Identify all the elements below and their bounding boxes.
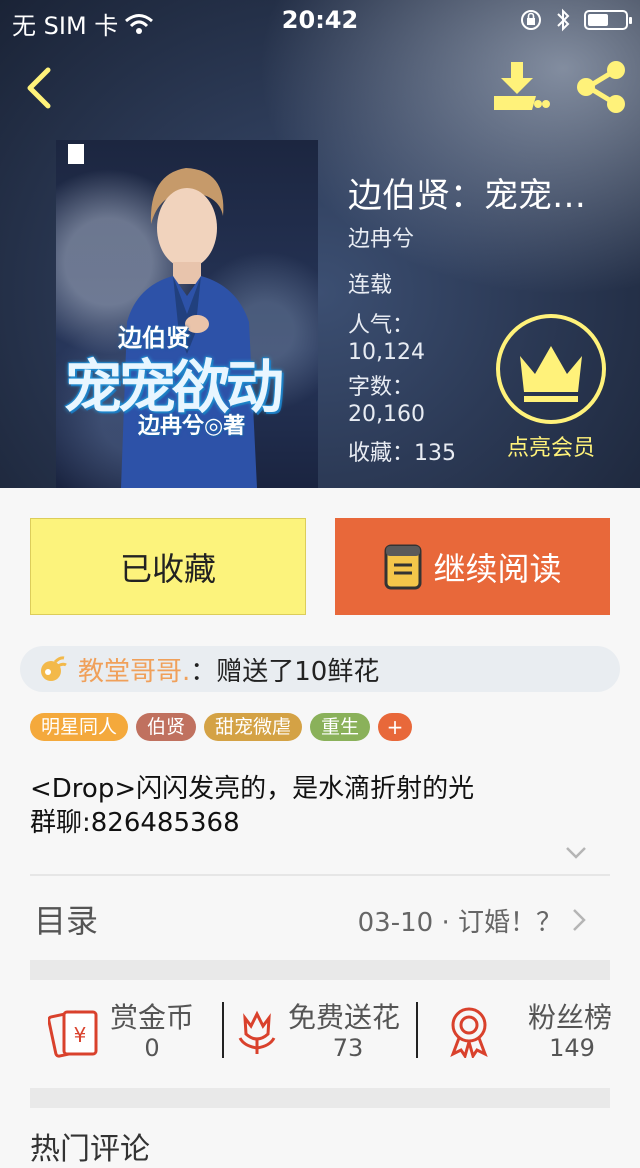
stat-value: 149 xyxy=(549,1034,595,1062)
stat-value: 73 xyxy=(332,1034,364,1062)
book-header: 无 SIM 卡 20:42 边伯贤 宠宠欲动 边冉兮◎著 边伯贤：宠宠欲动 边冉… xyxy=(0,0,640,488)
battery-fill xyxy=(588,14,608,26)
continue-reading-label: 继续阅读 xyxy=(433,549,562,588)
section-separator xyxy=(30,1088,610,1108)
tag-list: 明星同人 伯贤 甜宠微虐 重生 + xyxy=(30,713,413,741)
crown-icon[interactable] xyxy=(494,312,608,426)
continue-reading-button[interactable]: 继续阅读 xyxy=(335,518,610,615)
tag-item[interactable]: 伯贤 xyxy=(136,713,197,741)
tag-item[interactable]: 明星同人 xyxy=(30,713,129,741)
vip-label[interactable]: 点亮会员 xyxy=(486,430,616,462)
add-tag-button[interactable]: + xyxy=(378,713,413,741)
toc-label: 目录 xyxy=(34,902,99,940)
divider xyxy=(30,874,610,876)
orientation-lock-icon xyxy=(521,10,541,30)
stat-divider xyxy=(416,1002,418,1058)
stat-label: 粉丝榜 xyxy=(528,1001,613,1034)
popularity-value: 10,124 xyxy=(348,340,425,365)
serial-status: 连载 xyxy=(348,273,393,298)
free-flower-stat[interactable]: 免费送花 73 xyxy=(230,994,416,1064)
book-description: <Drop>闪闪发亮的，是水滴折射的光 群聊:826485368 xyxy=(30,772,610,840)
word-count-value: 20,160 xyxy=(348,402,425,427)
word-count-label: 字数： xyxy=(348,375,415,400)
stat-label: 赏金币 xyxy=(110,1001,195,1034)
favorited-label: 已收藏 xyxy=(119,549,216,588)
reward-coin-stat[interactable]: ¥ 赏金币 0 xyxy=(48,994,218,1064)
stat-value: 0 xyxy=(144,1034,160,1062)
svg-text:¥: ¥ xyxy=(74,1023,87,1047)
stats-row: ¥ 赏金币 0 免费送花 73 粉丝榜 149 xyxy=(30,994,613,1064)
section-heading: 热门评论 xyxy=(30,1132,150,1167)
back-button[interactable] xyxy=(20,64,60,112)
flower-icon xyxy=(238,1010,276,1054)
download-button[interactable] xyxy=(492,60,550,112)
gift-notice[interactable]: 教堂哥哥. ：赠送了10鲜花 xyxy=(20,646,620,692)
expand-description-button[interactable] xyxy=(565,846,587,860)
chevron-right-icon xyxy=(573,909,586,931)
latest-chapter: 03-10 · 订婚！？ xyxy=(357,908,562,938)
cover-author: 边冉兮◎著 xyxy=(138,413,246,439)
favorites-count: 收藏：135 xyxy=(348,441,456,466)
popularity-label: 人气： xyxy=(348,313,415,338)
description-line: <Drop>闪闪发亮的，是水滴折射的光 xyxy=(30,774,475,804)
description-line: 群聊:826485368 xyxy=(30,808,240,838)
book-title: 边伯贤：宠宠欲动 xyxy=(348,176,618,216)
stat-label: 免费送花 xyxy=(288,1001,401,1034)
reward-coin-icon: ¥ xyxy=(48,1010,98,1058)
share-button[interactable] xyxy=(574,60,628,114)
bluetooth-icon xyxy=(557,8,570,32)
gift-user[interactable]: 教堂哥哥. xyxy=(78,651,190,688)
book-author[interactable]: 边冉兮 xyxy=(348,226,414,253)
section-separator xyxy=(30,960,610,980)
fan-ranking-stat[interactable]: 粉丝榜 149 xyxy=(442,994,613,1064)
publisher-logo xyxy=(68,144,84,164)
popularity: 人气： 10,124 xyxy=(348,312,468,366)
gift-message: ：赠送了10鲜花 xyxy=(190,656,380,687)
status-bar: 无 SIM 卡 20:42 xyxy=(0,0,640,40)
word-count: 字数： 20,160 xyxy=(348,374,468,428)
flower-bud-icon xyxy=(41,656,67,681)
battery-icon xyxy=(584,10,632,30)
book-icon xyxy=(384,544,422,589)
medal-icon xyxy=(450,1007,488,1058)
tag-item[interactable]: 重生 xyxy=(310,713,371,741)
book-cover[interactable]: 边伯贤 宠宠欲动 边冉兮◎著 xyxy=(56,140,318,488)
stat-divider xyxy=(222,1002,224,1058)
tag-item[interactable]: 甜宠微虐 xyxy=(204,713,303,741)
favorited-button[interactable]: 已收藏 xyxy=(30,518,306,615)
